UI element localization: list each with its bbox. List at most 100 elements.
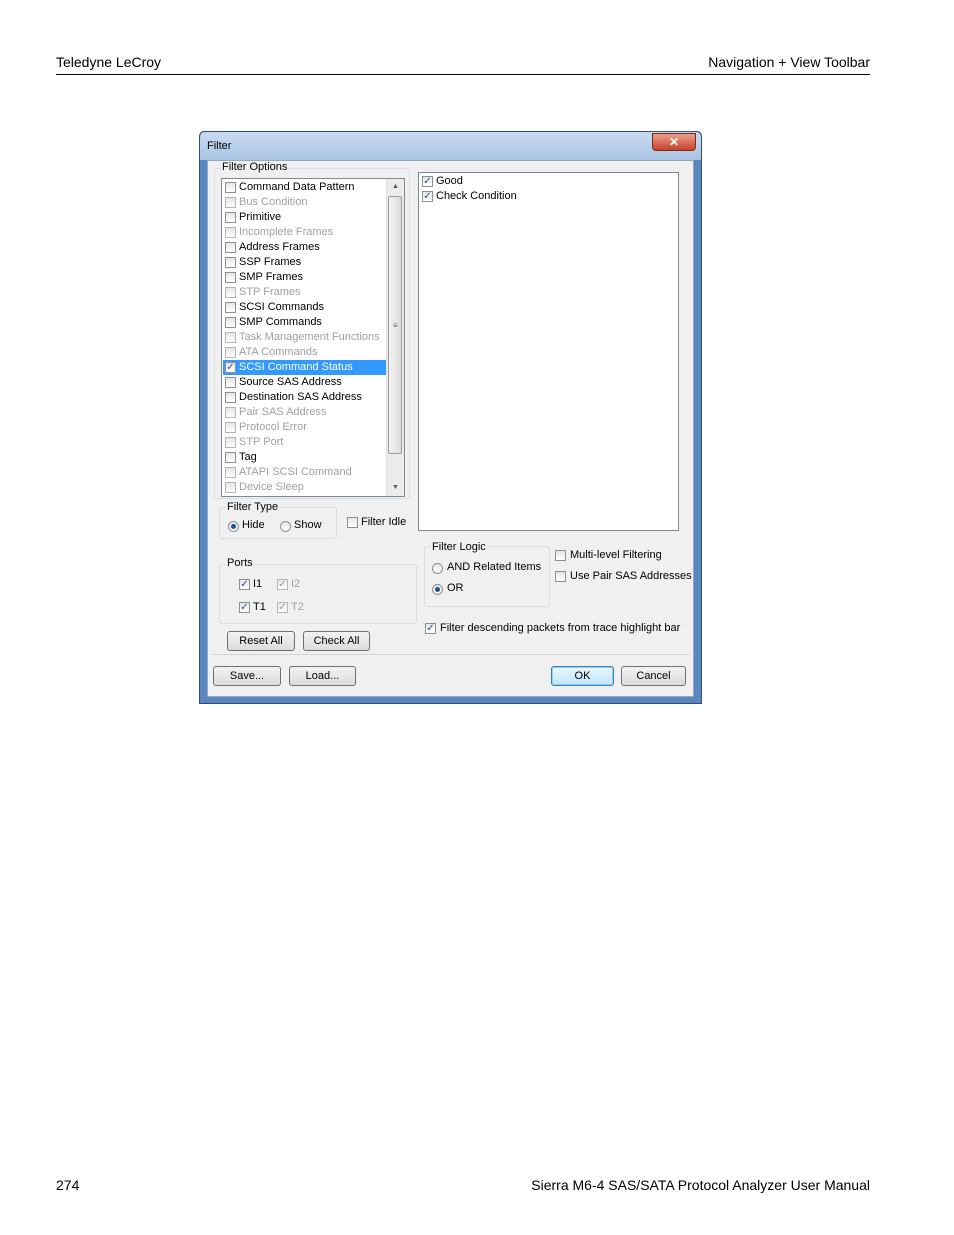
filter-option-checkbox[interactable] <box>225 182 236 193</box>
ok-button[interactable]: OK <box>551 666 614 686</box>
filter-option-checkbox[interactable] <box>225 197 236 208</box>
load-button[interactable]: Load... <box>289 666 356 686</box>
ports-group <box>219 564 417 624</box>
filter-descending-checkbox[interactable]: ✓ <box>425 623 436 634</box>
filter-option-item[interactable]: Incomplete Frames <box>223 225 386 240</box>
filter-option-checkbox[interactable] <box>225 272 236 283</box>
filter-option-item[interactable]: SMP Frames <box>223 270 386 285</box>
filter-option-item[interactable]: Command Data Pattern <box>223 180 386 195</box>
and-related-label[interactable]: AND Related Items <box>447 561 541 573</box>
save-button[interactable]: Save... <box>213 666 281 686</box>
filter-idle-label[interactable]: Filter Idle <box>361 516 406 528</box>
filter-option-checkbox[interactable] <box>225 317 236 328</box>
filter-option-checkbox[interactable] <box>225 227 236 238</box>
scroll-up-icon[interactable]: ▲ <box>387 179 404 195</box>
filter-option-checkbox[interactable]: ✓ <box>225 362 236 373</box>
filter-option-item[interactable]: Device Sleep <box>223 480 386 495</box>
reset-all-button[interactable]: Reset All <box>227 631 295 651</box>
filter-option-item[interactable]: Bus Condition <box>223 195 386 210</box>
multi-level-label[interactable]: Multi-level Filtering <box>570 549 662 561</box>
port-label: T1 <box>253 601 266 613</box>
filter-option-label: SCSI Command Status <box>239 361 353 373</box>
multi-level-checkbox[interactable] <box>555 550 566 561</box>
filter-idle-checkbox[interactable] <box>347 517 358 528</box>
header-company: Teledyne LeCroy <box>56 54 162 70</box>
filter-option-checkbox[interactable] <box>225 482 236 493</box>
filter-option-item[interactable]: Pair SAS Address <box>223 405 386 420</box>
use-pair-sas-checkbox[interactable] <box>555 571 566 582</box>
filter-option-label: Command Data Pattern <box>239 181 355 193</box>
status-value-label: Good <box>436 175 463 187</box>
close-button[interactable]: ✕ <box>652 133 696 151</box>
check-icon: ✓ <box>426 623 435 634</box>
filter-options-scrollbar[interactable]: ▲ ≡ ▼ <box>386 179 404 496</box>
filter-options-list[interactable]: Command Data Pattern Bus Condition Primiti… <box>221 178 405 497</box>
filter-option-label: Task Management Functions <box>239 331 380 343</box>
filter-option-checkbox[interactable] <box>225 212 236 223</box>
filter-option-checkbox[interactable] <box>225 257 236 268</box>
filter-option-item[interactable]: STP Port <box>223 435 386 450</box>
dialog-title: Filter <box>207 140 232 152</box>
filter-option-item[interactable]: ATA Commands <box>223 345 386 360</box>
port-label: I2 <box>291 578 301 590</box>
filter-option-item[interactable]: Address Frames <box>223 240 386 255</box>
filter-option-label: Primitive <box>239 211 282 223</box>
filter-option-checkbox[interactable] <box>225 437 236 448</box>
filter-option-checkbox[interactable] <box>225 302 236 313</box>
port-checkbox[interactable]: ✓ <box>277 579 288 590</box>
port-checkbox[interactable]: ✓ <box>277 602 288 613</box>
port-checkbox[interactable]: ✓ <box>239 579 250 590</box>
status-value-item[interactable]: ✓ Good <box>420 174 583 189</box>
filter-option-item[interactable]: STP Frames <box>223 285 386 300</box>
filter-option-label: Address Frames <box>239 241 320 253</box>
filter-option-checkbox[interactable] <box>225 347 236 358</box>
scroll-grip-icon: ≡ <box>393 321 398 330</box>
filter-option-checkbox[interactable] <box>225 422 236 433</box>
filter-dialog: Filter ✕ Filter Options Command Data Pat… <box>199 131 702 704</box>
hide-radio[interactable] <box>228 521 239 532</box>
filter-option-item[interactable]: ATAPI SCSI Command <box>223 465 386 480</box>
filter-option-item[interactable]: Task Management Functions <box>223 330 386 345</box>
status-values-list[interactable]: ✓ Good ✓ Check Condition <box>418 172 679 531</box>
filter-option-item[interactable]: SCSI Commands <box>223 300 386 315</box>
filter-option-item[interactable]: Primitive <box>223 210 386 225</box>
filter-logic-label: Filter Logic <box>431 541 487 553</box>
or-radio[interactable] <box>432 584 443 595</box>
scroll-down-icon[interactable]: ▼ <box>387 480 404 496</box>
filter-option-item[interactable]: SSP Frames <box>223 255 386 270</box>
filter-option-item[interactable]: Tag <box>223 450 386 465</box>
filter-option-label: ATA Commands <box>239 346 318 358</box>
hide-label[interactable]: Hide <box>242 519 265 531</box>
status-value-checkbox[interactable]: ✓ <box>422 176 433 187</box>
filter-option-label: SCSI Commands <box>239 301 324 313</box>
filter-type-label: Filter Type <box>226 501 280 513</box>
show-label[interactable]: Show <box>294 519 322 531</box>
use-pair-sas-label[interactable]: Use Pair SAS Addresses <box>570 570 692 582</box>
filter-option-checkbox[interactable] <box>225 332 236 343</box>
check-all-button[interactable]: Check All <box>303 631 370 651</box>
or-label[interactable]: OR <box>447 582 464 594</box>
and-related-radio[interactable] <box>432 563 443 574</box>
filter-option-checkbox[interactable] <box>225 242 236 253</box>
filter-option-checkbox[interactable] <box>225 407 236 418</box>
filter-option-checkbox[interactable] <box>225 467 236 478</box>
scroll-thumb[interactable]: ≡ <box>388 196 402 454</box>
filter-option-checkbox[interactable] <box>225 287 236 298</box>
filter-option-item[interactable]: Source SAS Address <box>223 375 386 390</box>
status-value-item[interactable]: ✓ Check Condition <box>420 189 583 204</box>
filter-option-item[interactable]: Destination SAS Address <box>223 390 386 405</box>
status-value-checkbox[interactable]: ✓ <box>422 191 433 202</box>
port-label: I1 <box>253 578 263 590</box>
filter-option-item[interactable]: ✓ SCSI Command Status <box>223 360 386 375</box>
filter-option-item[interactable]: SMP Commands <box>223 315 386 330</box>
dialog-titlebar[interactable]: Filter ✕ <box>200 132 701 160</box>
filter-option-checkbox[interactable] <box>225 452 236 463</box>
filter-descending-label[interactable]: Filter descending packets from trace hig… <box>440 622 680 634</box>
show-radio[interactable] <box>280 521 291 532</box>
page-header: Teledyne LeCroy Navigation + View Toolba… <box>56 52 870 75</box>
cancel-button[interactable]: Cancel <box>621 666 686 686</box>
filter-option-checkbox[interactable] <box>225 377 236 388</box>
filter-option-checkbox[interactable] <box>225 392 236 403</box>
filter-option-item[interactable]: Protocol Error <box>223 420 386 435</box>
port-checkbox[interactable]: ✓ <box>239 602 250 613</box>
